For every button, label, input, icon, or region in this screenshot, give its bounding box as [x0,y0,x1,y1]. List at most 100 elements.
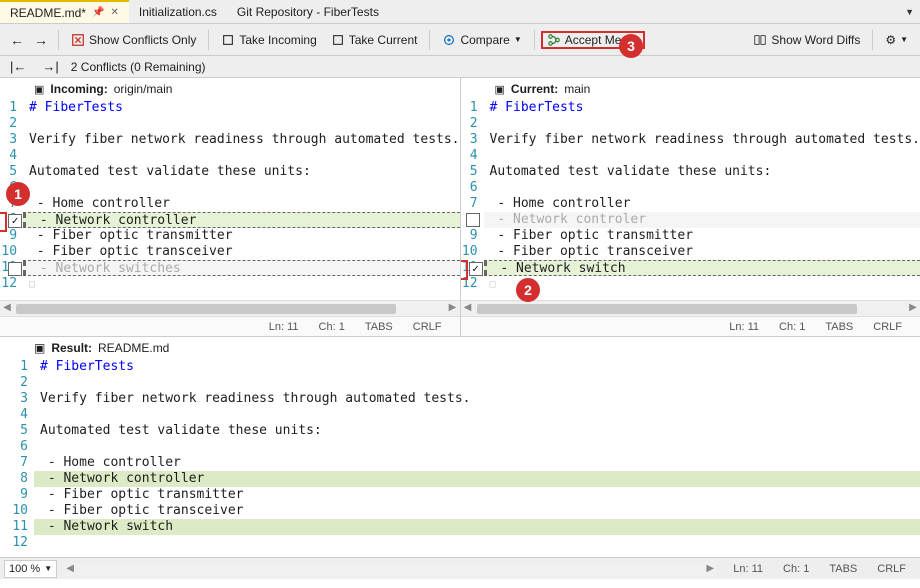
separator [534,30,535,50]
line-number: 3 [461,132,478,148]
line-number: 4 [0,407,28,423]
code-line: - Network controller [23,212,459,228]
line-number: 2 [0,375,28,391]
result-filename: README.md [98,341,169,355]
scroll-right-icon[interactable]: ▶ [906,302,920,316]
line-number: 12 [0,535,28,551]
code-line: - Network switch [484,260,920,276]
scroll-right-icon[interactable]: ▶ [446,302,460,316]
line-number: 12 [0,276,17,292]
show-conflicts-only-button[interactable]: Show Conflicts Only [65,31,202,49]
status-ch: Ch: 1 [773,563,819,575]
pane-title: Current: [511,82,558,96]
button-label: Take Incoming [239,33,316,47]
tabs-overflow-icon[interactable]: ▼ [899,7,920,17]
take-current-button[interactable]: Take Current [325,31,424,49]
code-line: # FiberTests [34,359,920,375]
box-icon: ▣ [495,83,505,96]
incoming-code[interactable]: 123456789101112 # FiberTestsVerify fiber… [0,100,460,300]
dropdown-icon: ▼ [44,564,52,573]
box-icon: ▣ [34,341,45,355]
code-line: Verify fiber network readiness through a… [484,132,920,148]
separator [208,30,209,50]
code-line: - Home controller [484,196,920,212]
tab-initialization[interactable]: Initialization.cs [129,0,227,23]
scroll-left-icon[interactable]: ◀ [0,302,14,316]
incoming-status: Ln: 11 Ch: 1 TABS CRLF [0,316,460,336]
code-line: - Fiber optic transceiver [34,503,920,519]
button-label: Compare [460,33,509,47]
code-lines: # FiberTests Verify fiber network readine… [484,100,920,300]
scroll-thumb[interactable] [16,304,396,314]
nav-forward-button[interactable]: → [30,30,52,50]
code-line: - Fiber optic transmitter [34,487,920,503]
current-hscroll[interactable]: ◀ ▶ [461,300,920,316]
nav-back-button[interactable]: ← [6,30,28,50]
last-conflict-button[interactable]: →| [38,59,62,74]
take-incoming-button[interactable]: Take Incoming [215,31,322,49]
line-number: 11 [0,519,28,535]
line-number: 9 [0,487,28,503]
close-icon[interactable]: ✕ [110,7,118,18]
code-line: - Fiber optic transmitter [23,228,459,244]
code-line: - Fiber optic transceiver [23,244,459,260]
separator [872,30,873,50]
code-line: # FiberTests [484,100,920,116]
compare-button[interactable]: Compare ▼ [436,31,527,49]
current-status: Ln: 11 Ch: 1 TABS CRLF [461,316,920,336]
button-label: Show Word Diffs [771,33,860,47]
dropdown-icon: ▼ [900,35,908,44]
pin-icon[interactable]: 📌 [92,7,104,18]
zoom-selector[interactable]: 100 % ▼ [4,560,57,578]
conflict-checkbox[interactable] [8,214,22,228]
code-lines: # FiberTestsVerify fiber network readine… [34,359,920,557]
first-conflict-button[interactable]: |← [6,59,30,74]
line-number: 10 [0,244,17,260]
line-number: 4 [0,148,17,164]
status-tabs: TABS [355,321,403,333]
incoming-hscroll[interactable]: ◀ ▶ [0,300,460,316]
result-code[interactable]: 123456789101112 # FiberTestsVerify fiber… [0,359,920,557]
conflicts-icon [71,33,85,47]
incoming-header: ▣ Incoming: origin/main [0,78,460,100]
dropdown-icon: ▼ [514,35,522,44]
code-line: - Network controller [34,471,920,487]
status-ln: Ln: 11 [723,563,773,575]
code-line [484,148,920,164]
result-section: ▣ Result: README.md 123456789101112 # Fi… [0,336,920,557]
conflict-checkbox[interactable] [8,262,22,276]
scroll-left-icon[interactable]: ◀ [461,302,475,316]
current-code[interactable]: 123456789101112 # FiberTestsVerify fiber… [461,100,920,300]
code-line: Automated test validate these units: [34,423,920,439]
tab-readme[interactable]: README.md* 📌 ✕ [0,0,129,23]
result-hscroll[interactable]: ◀ ▶ [63,562,717,576]
code-line [34,439,920,455]
conflicts-count: 2 Conflicts (0 Remaining) [71,60,206,74]
line-number: 7 [461,196,478,212]
conflict-checkbox[interactable] [466,213,480,227]
line-number: 6 [461,180,478,196]
show-word-diffs-button[interactable]: Show Word Diffs [747,31,866,49]
settings-button[interactable]: ⚙ ▼ [879,31,914,49]
code-line [23,180,459,196]
scroll-left-icon[interactable]: ◀ [63,563,77,577]
line-gutter: 123456789101112 [0,359,34,557]
button-label: Take Current [349,33,418,47]
conflict-checkbox[interactable] [469,262,483,276]
code-line [34,535,920,551]
scroll-thumb[interactable] [477,304,857,314]
status-tabs: TABS [819,563,867,575]
incoming-pane: ▣ Incoming: origin/main 123456789101112 … [0,78,461,336]
tab-git-repository[interactable]: Git Repository - FiberTests [227,0,389,23]
status-crlf: CRLF [863,321,912,333]
status-tabs: TABS [815,321,863,333]
line-number: 7 [0,455,28,471]
callout-1: 1 [6,182,30,206]
result-header: ▣ Result: README.md [0,337,920,359]
line-number: 2 [461,116,478,132]
status-crlf: CRLF [403,321,452,333]
code-line: - Network controler [484,212,920,228]
code-line: # FiberTests [23,100,459,116]
scroll-right-icon[interactable]: ▶ [703,563,717,577]
line-number: 2 [0,116,17,132]
